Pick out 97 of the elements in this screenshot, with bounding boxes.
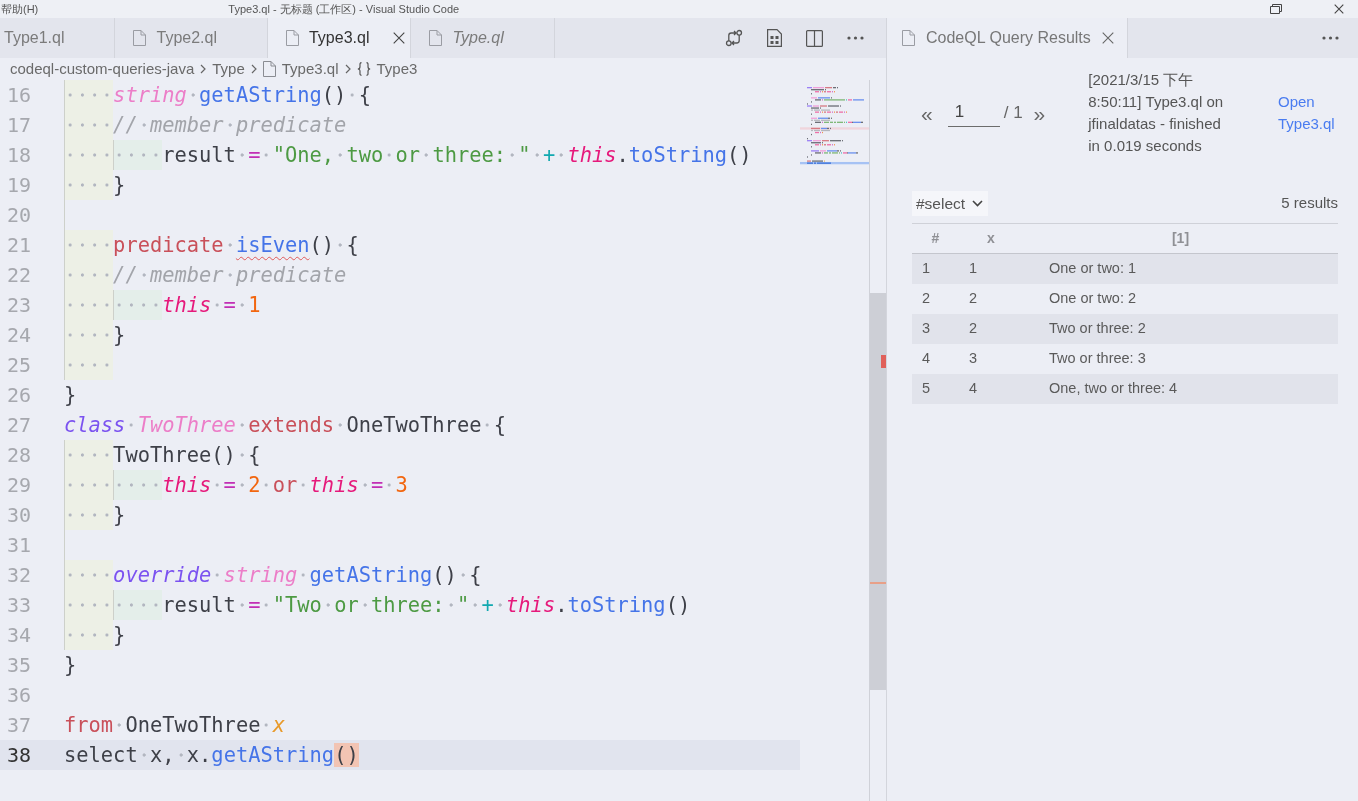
- line-number: 30: [5, 502, 31, 529]
- breadcrumb-item[interactable]: Type: [212, 57, 245, 81]
- chevron-right-icon: [200, 64, 207, 74]
- chevron-down-icon: [972, 200, 984, 208]
- file-icon: [285, 30, 299, 46]
- line-number: 29: [5, 472, 31, 499]
- code-line: class TwoThree extends OneTwoThree {: [64, 412, 506, 439]
- menu-item[interactable]: 帮助(H): [1, 0, 39, 18]
- code-line: result = "One, two or three: " + this.toString(): [64, 140, 752, 170]
- code-line: select x, x.getAString(): [64, 742, 359, 769]
- line-number: 36: [5, 682, 31, 709]
- chevron-right-icon: [250, 64, 257, 74]
- breadcrumb-item[interactable]: codeql-custom-queries-java: [10, 57, 195, 81]
- table-cell: 1: [912, 253, 959, 284]
- previous-page-button[interactable]: «: [921, 102, 933, 124]
- breadcrumb-item[interactable]: Type3: [376, 57, 418, 81]
- braces-icon: [356, 62, 371, 76]
- line-number: 32: [5, 562, 31, 589]
- breadcrumb-item[interactable]: Type3.ql: [281, 57, 339, 81]
- close-icon[interactable]: [393, 32, 406, 44]
- line-number: 23: [5, 292, 31, 319]
- table-cell: 3: [959, 343, 1023, 374]
- query-summary: [2021/3/15 下午 8:50:11] Type3.ql on jfinaldatas - finished in 0.019 seconds: [1088, 70, 1225, 156]
- code-line: }: [64, 320, 126, 350]
- table-cell: 2: [912, 283, 959, 314]
- file-icon: [429, 30, 443, 46]
- table-cell: One, two or three: 4: [1023, 373, 1338, 404]
- window-title: Type3.ql - 无标题 (工作区) - Visual Studio Code: [228, 1, 460, 17]
- code-line: override string getAString() {: [64, 560, 482, 590]
- table-cell: Two or three: 3: [1023, 343, 1338, 374]
- table-cell: 2: [959, 313, 1023, 344]
- line-number: 33: [5, 592, 31, 619]
- line-number: 22: [5, 262, 31, 289]
- code-line: // member predicate: [64, 260, 347, 290]
- close-icon[interactable]: [1101, 32, 1114, 44]
- table-cell: 5: [912, 373, 959, 404]
- line-number: 26: [5, 382, 31, 409]
- code-line: from OneTwoThree x: [64, 712, 285, 739]
- vertical-scrollbar[interactable]: [869, 80, 886, 801]
- open-query-link[interactable]: Open Type3.ql: [1278, 91, 1338, 135]
- editor-tab[interactable]: Type3.ql: [267, 18, 412, 58]
- line-number: 16: [5, 82, 31, 109]
- split-editor-icon[interactable]: [806, 29, 823, 47]
- code-line: TwoThree() {: [64, 440, 261, 470]
- more-icon[interactable]: [847, 36, 864, 40]
- chevron-right-icon: [344, 64, 351, 74]
- document-icon[interactable]: [767, 29, 782, 47]
- code-line: }: [64, 170, 126, 200]
- code-line: this = 1: [64, 290, 261, 320]
- table-cell: 1: [959, 253, 1023, 284]
- table-cell: Two or three: 2: [1023, 313, 1338, 344]
- line-number: 24: [5, 322, 31, 349]
- line-number: 25: [5, 352, 31, 379]
- line-number: 28: [5, 442, 31, 469]
- code-line: // member predicate: [64, 110, 347, 140]
- indent-whitespace: [64, 350, 114, 380]
- column-header: x: [959, 223, 1023, 254]
- code-line: predicate isEven() {: [64, 230, 359, 260]
- panel-tab[interactable]: CodeQL Query Results: [887, 18, 1128, 58]
- line-number: 21: [5, 232, 31, 259]
- compare-icon[interactable]: [725, 29, 743, 47]
- more-icon[interactable]: [1322, 36, 1339, 40]
- code-line: string getAString() {: [64, 80, 371, 110]
- page-total: / 1: [1003, 102, 1023, 125]
- result-count: 5 results: [1281, 193, 1338, 214]
- line-number: 34: [5, 622, 31, 649]
- code-line: }: [64, 382, 77, 409]
- code-line: this = 2 or this = 3: [64, 470, 408, 500]
- line-number: 37: [5, 712, 31, 739]
- code-line: }: [64, 500, 126, 530]
- line-number: 27: [5, 412, 31, 439]
- line-number: 17: [5, 112, 31, 139]
- code-line: }: [64, 652, 77, 679]
- table-cell: 2: [959, 283, 1023, 314]
- file-icon: [262, 61, 276, 77]
- table-cell: One or two: 1: [1023, 253, 1338, 284]
- line-number: 20: [5, 202, 31, 229]
- table-cell: 4: [912, 343, 959, 374]
- column-header: #: [912, 223, 959, 254]
- file-icon: [902, 30, 915, 46]
- column-header: [1]: [1023, 223, 1338, 254]
- line-number: 35: [5, 652, 31, 679]
- file-icon: [133, 30, 147, 46]
- table-cell: 3: [912, 313, 959, 344]
- page-input[interactable]: 1: [947, 98, 1000, 128]
- line-number: 18: [5, 142, 31, 169]
- line-number: 31: [5, 532, 31, 559]
- code-line: }: [64, 620, 126, 650]
- code-line: result = "Two or three: " + this.toString(): [64, 590, 691, 620]
- result-set-select[interactable]: #select: [912, 191, 989, 217]
- table-cell: One or two: 2: [1023, 283, 1338, 314]
- line-number: 38: [5, 742, 31, 769]
- line-number: 19: [5, 172, 31, 199]
- restore-icon[interactable]: [1270, 4, 1282, 14]
- next-page-button[interactable]: »: [1033, 102, 1046, 124]
- table-cell: 4: [959, 373, 1023, 404]
- close-icon[interactable]: [1334, 4, 1344, 14]
